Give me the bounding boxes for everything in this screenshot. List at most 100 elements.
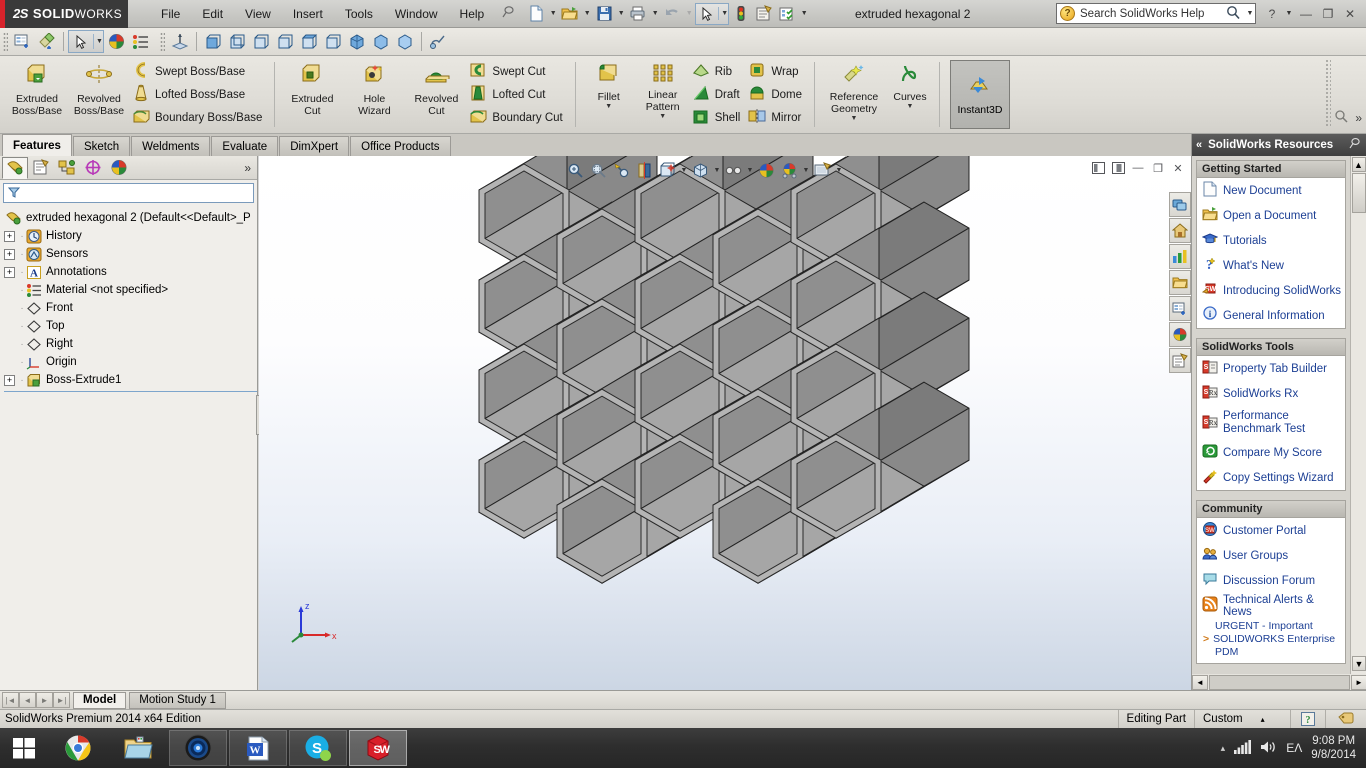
toolbar-grip[interactable] bbox=[3, 31, 8, 52]
lofted-cut-button[interactable]: Lofted Cut bbox=[467, 83, 568, 106]
tp-item-whats-new[interactable]: ? What's New bbox=[1197, 253, 1345, 278]
menu-window[interactable]: Window bbox=[384, 3, 449, 25]
edit-appearance-icon[interactable] bbox=[104, 30, 128, 54]
menu-help[interactable]: Help bbox=[449, 3, 496, 25]
rebuild-icon[interactable] bbox=[730, 3, 752, 25]
next-tab-button[interactable]: ► bbox=[36, 692, 53, 708]
property-manager-tab[interactable] bbox=[28, 157, 54, 179]
taskbar-app-file-explorer[interactable] bbox=[109, 730, 167, 766]
hide-show-caret[interactable]: ▼ bbox=[745, 167, 755, 174]
scroll-down-button[interactable]: ▼ bbox=[1352, 656, 1366, 671]
view-orientation-caret[interactable]: ▼ bbox=[679, 167, 689, 174]
view-orientation-icon[interactable] bbox=[656, 159, 679, 181]
dome-button[interactable]: Dome bbox=[746, 83, 808, 106]
tp-item-introducing-solidworks[interactable]: SW Introducing SolidWorks bbox=[1197, 278, 1345, 303]
expand-toggle[interactable]: + bbox=[4, 374, 15, 386]
fillet-caret[interactable]: ▼ bbox=[605, 103, 612, 113]
boundary-cut-button[interactable]: Boundary Cut bbox=[467, 106, 568, 129]
tp-item-open-document[interactable]: Open a Document bbox=[1197, 203, 1345, 228]
options-panel-icon[interactable] bbox=[11, 30, 35, 54]
feature-tree-filter-input[interactable] bbox=[3, 183, 254, 203]
taskbar-app-chrome[interactable] bbox=[49, 730, 107, 766]
ribbon-search-icon[interactable] bbox=[1334, 109, 1349, 127]
feature-manager-tab[interactable] bbox=[2, 156, 28, 179]
appearances-icon[interactable] bbox=[35, 30, 59, 54]
edit-appearance-icon-2[interactable] bbox=[755, 159, 778, 181]
folder-icon[interactable] bbox=[1169, 270, 1191, 295]
tab-model[interactable]: Model bbox=[73, 691, 127, 709]
save-icon[interactable] bbox=[593, 3, 615, 25]
ribbon-grip[interactable] bbox=[1325, 59, 1332, 127]
dimetric-view-icon[interactable] bbox=[393, 30, 417, 54]
save-caret[interactable]: ▼ bbox=[616, 10, 626, 17]
previous-view-icon[interactable] bbox=[610, 159, 633, 181]
show-hidden-icons-button[interactable]: ▴ bbox=[1221, 743, 1226, 754]
menu-insert[interactable]: Insert bbox=[282, 3, 334, 25]
left-view-icon[interactable] bbox=[249, 30, 273, 54]
taskbar-app-solidworks[interactable]: SW bbox=[349, 730, 407, 766]
expand-toggle[interactable]: + bbox=[4, 266, 15, 278]
split-vertical-icon[interactable] bbox=[1089, 159, 1107, 177]
toolbar-grip-2[interactable] bbox=[160, 31, 165, 52]
tree-rollback-bar[interactable] bbox=[4, 391, 257, 392]
expand-toggle[interactable]: + bbox=[4, 248, 15, 260]
rib-button[interactable]: Rib bbox=[690, 60, 747, 83]
curves-button[interactable]: Curves ▼ bbox=[887, 56, 933, 133]
display-manager-tab[interactable] bbox=[106, 157, 132, 179]
tp-item-general-information[interactable]: i General Information bbox=[1197, 303, 1345, 328]
design-library-icon[interactable] bbox=[1169, 348, 1191, 373]
new-document-caret[interactable]: ▼ bbox=[548, 10, 558, 17]
back-view-icon[interactable] bbox=[225, 30, 249, 54]
configuration-manager-tab[interactable] bbox=[54, 157, 80, 179]
minimize-button[interactable]: — bbox=[1296, 4, 1316, 23]
task-pane-collapse-chevron[interactable]: « bbox=[1196, 139, 1202, 151]
tp-item-new-document[interactable]: New Document bbox=[1197, 178, 1345, 203]
draft-button[interactable]: Draft bbox=[690, 83, 747, 106]
menu-file[interactable]: File bbox=[150, 3, 191, 25]
tree-item-top-plane[interactable]: · Top bbox=[4, 317, 257, 335]
restore-button[interactable]: ❐ bbox=[1318, 4, 1338, 23]
help-button[interactable]: ? bbox=[1262, 4, 1282, 23]
print-caret[interactable]: ▼ bbox=[650, 10, 660, 17]
undo-icon[interactable] bbox=[661, 3, 683, 25]
normal-to-icon[interactable] bbox=[168, 30, 192, 54]
tab-features[interactable]: Features bbox=[2, 134, 72, 156]
first-tab-button[interactable]: |◄ bbox=[2, 692, 19, 708]
signal-icon[interactable] bbox=[1234, 739, 1252, 757]
restore-icon[interactable]: ❐ bbox=[1149, 159, 1167, 177]
tab-sketch[interactable]: Sketch bbox=[72, 136, 131, 156]
customize-caret[interactable]: ▼ bbox=[799, 10, 809, 17]
curves-caret[interactable]: ▼ bbox=[907, 103, 914, 113]
lofted-boss-base-button[interactable]: Lofted Boss/Base bbox=[130, 83, 268, 106]
tp-item-technical-alerts-news[interactable]: Technical Alerts & News bbox=[1197, 593, 1345, 618]
scroll-thumb[interactable] bbox=[1351, 173, 1366, 213]
dimxpert-manager-tab[interactable] bbox=[80, 157, 106, 179]
zoom-to-area-icon[interactable] bbox=[587, 159, 610, 181]
taskbar-app-media-player[interactable] bbox=[169, 730, 227, 766]
isometric-view-icon[interactable] bbox=[345, 30, 369, 54]
wrap-button[interactable]: Wrap bbox=[746, 60, 808, 83]
view-settings-icon[interactable] bbox=[811, 159, 834, 181]
options-icon[interactable] bbox=[753, 3, 775, 25]
speaker-icon[interactable] bbox=[1260, 740, 1277, 757]
tree-item-origin[interactable]: · Origin bbox=[4, 353, 257, 371]
display-style-icon[interactable] bbox=[689, 159, 712, 181]
tree-item-annotations[interactable]: + · A Annotations bbox=[4, 263, 257, 281]
instant3d-button[interactable]: Instant3D bbox=[950, 60, 1010, 129]
tree-item-part-root[interactable]: extruded hexagonal 2 (Default<<Default>_… bbox=[4, 209, 257, 227]
tree-item-history[interactable]: + · History bbox=[4, 227, 257, 245]
customize-icon[interactable] bbox=[776, 3, 798, 25]
windows-start-icon[interactable] bbox=[0, 728, 48, 768]
status-units[interactable]: Custom ▴ bbox=[1194, 709, 1290, 729]
tab-weldments[interactable]: Weldments bbox=[131, 136, 211, 156]
feature-manager-expand-chevron[interactable]: » bbox=[244, 161, 251, 175]
extruded-boss-base-button[interactable]: Extruded Boss/Base bbox=[6, 56, 68, 133]
menu-view[interactable]: View bbox=[234, 3, 282, 25]
open-document-icon[interactable] bbox=[559, 3, 581, 25]
taskbar-app-skype[interactable]: S bbox=[289, 730, 347, 766]
swept-cut-button[interactable]: Swept Cut bbox=[467, 60, 568, 83]
section-view-icon-2[interactable] bbox=[633, 159, 656, 181]
expand-toggle[interactable]: + bbox=[4, 230, 15, 242]
display-style-caret[interactable]: ▼ bbox=[712, 167, 722, 174]
boundary-boss-base-button[interactable]: Boundary Boss/Base bbox=[130, 106, 268, 129]
